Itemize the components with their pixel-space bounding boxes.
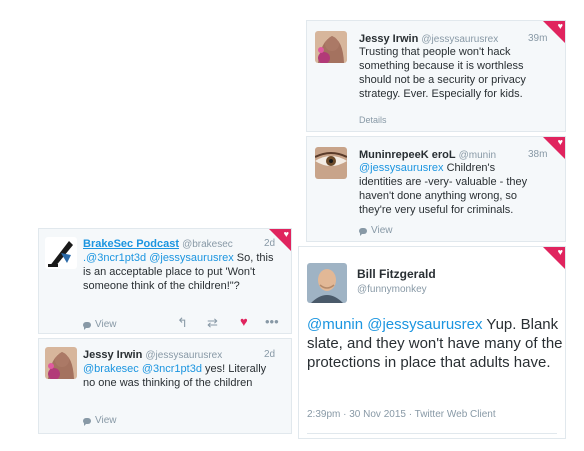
tweet-time[interactable]: 38m xyxy=(528,149,547,160)
tweet-text: .@3ncr1pt3d @jessysaurusrex So, this is … xyxy=(83,251,283,293)
author-name[interactable]: MuninrepeeK eroL xyxy=(359,149,456,161)
tweet-bill-fitzgerald[interactable]: ♥ Bill Fitzgerald @funnymonkey @munin @j… xyxy=(298,246,566,439)
tweet-text: Trusting that people won't hack somethin… xyxy=(359,46,526,100)
mention-link[interactable]: @jessysaurusrex xyxy=(359,162,444,174)
comment-icon xyxy=(83,417,91,426)
view-label: View xyxy=(95,319,117,330)
view-label: View xyxy=(95,415,117,426)
tweet-time[interactable]: 39m xyxy=(528,33,547,44)
tweet-time[interactable]: 2d xyxy=(264,349,275,360)
tweet-timestamp[interactable]: 2:39pm · 30 Nov 2015 · Twitter Web Clien… xyxy=(307,409,496,420)
tweet-header: Jessy Irwin @jessysaurusrex xyxy=(83,348,222,363)
heart-icon: ♥ xyxy=(283,229,289,239)
tweet-text: @jessysaurusrex Children's identities ar… xyxy=(359,161,539,217)
tweet-munin[interactable]: ♥ MuninrepeeK eroL @munin 38m @jessysaur… xyxy=(306,136,566,242)
heart-icon: ♥ xyxy=(557,247,563,257)
liked-corner: ♥ xyxy=(543,247,565,269)
tweet-jessy-irwin-top[interactable]: ♥ Jessy Irwin @jessysaurusrex 39m Trusti… xyxy=(306,20,566,132)
reply-icon[interactable]: ↰ xyxy=(177,315,188,331)
tweet-jessy-irwin-bottom[interactable]: Jessy Irwin @jessysaurusrex 2d @brakesec… xyxy=(38,338,292,434)
tweet-header: BrakeSec Podcast @brakesec xyxy=(83,237,233,252)
more-icon[interactable]: ••• xyxy=(265,314,279,329)
avatar[interactable] xyxy=(315,31,347,63)
view-button[interactable]: View xyxy=(83,319,117,330)
view-button[interactable]: View xyxy=(359,225,393,236)
author-name[interactable]: Jessy Irwin xyxy=(359,33,418,45)
avatar[interactable] xyxy=(307,263,347,303)
view-label: View xyxy=(371,225,393,236)
tweet-text: @munin @jessysaurusrex Yup. Blank slate,… xyxy=(307,315,563,372)
tweet-text: @brakesec @3ncr1pt3d yes! Literally no o… xyxy=(83,362,279,390)
author-name[interactable]: BrakeSec Podcast xyxy=(83,238,179,250)
tweet-brakesec[interactable]: ♥ BrakeSec Podcast @brakesec 2d .@3ncr1p… xyxy=(38,228,292,334)
comment-icon xyxy=(83,321,91,330)
author-handle[interactable]: @jessysaurusrex xyxy=(421,34,498,45)
comment-icon xyxy=(359,227,367,236)
mention-link[interactable]: @munin @jessysaurusrex xyxy=(307,316,483,333)
avatar[interactable] xyxy=(45,347,77,379)
divider xyxy=(307,433,557,434)
heart-icon: ♥ xyxy=(557,137,563,147)
heart-icon: ♥ xyxy=(557,21,563,31)
author-handle[interactable]: @jessysaurusrex xyxy=(145,350,222,361)
mention-link[interactable]: .@3ncr1pt3d @jessysaurusrex xyxy=(83,252,234,264)
mention-link[interactable]: @brakesec @3ncr1pt3d xyxy=(83,363,202,375)
author-handle[interactable]: @funnymonkey xyxy=(357,283,427,297)
view-button[interactable]: View xyxy=(83,415,117,426)
author-handle[interactable]: @brakesec xyxy=(182,239,233,250)
author-name[interactable]: Jessy Irwin xyxy=(83,349,142,361)
author-handle[interactable]: @munin xyxy=(459,150,496,161)
retweet-icon[interactable]: ⇄ xyxy=(207,315,218,331)
details-link[interactable]: Details xyxy=(359,115,387,125)
avatar[interactable] xyxy=(45,237,77,269)
heart-icon[interactable]: ♥ xyxy=(240,314,248,329)
author-name[interactable]: Bill Fitzgerald xyxy=(357,267,436,281)
avatar[interactable] xyxy=(315,147,347,179)
tweet-time[interactable]: 2d xyxy=(264,238,275,249)
